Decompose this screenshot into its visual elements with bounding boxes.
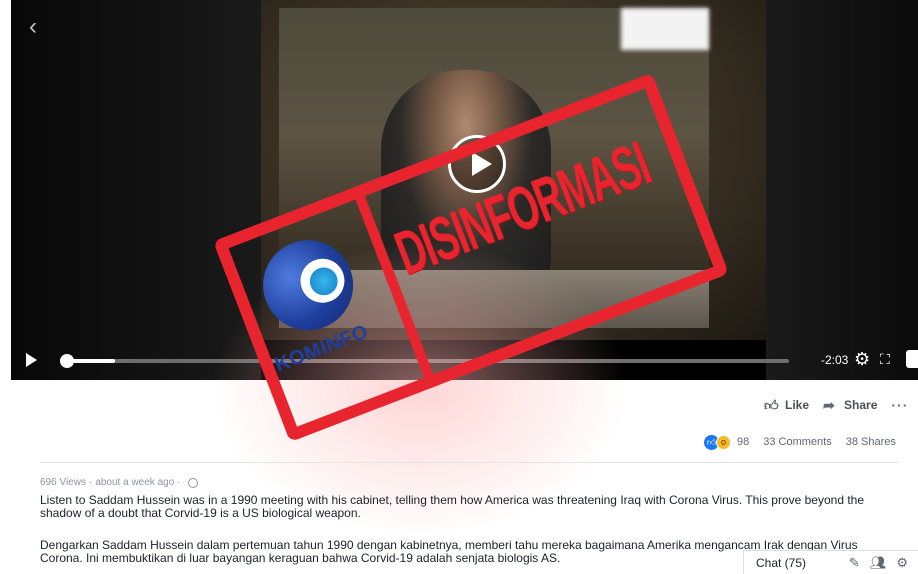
video-watermark-patch bbox=[621, 8, 709, 50]
play-button[interactable] bbox=[26, 353, 37, 367]
reactions-icons[interactable]: 👍︎ o bbox=[704, 434, 731, 450]
like-label: Like bbox=[785, 398, 810, 412]
share-label: Share bbox=[844, 398, 878, 412]
more-options-icon[interactable]: ··· bbox=[891, 397, 908, 413]
divider bbox=[40, 462, 898, 463]
video-letterbox-right bbox=[766, 0, 918, 380]
engagement-counts: 👍︎ o 98 33 Comments 38 Shares bbox=[704, 434, 896, 450]
compose-icon[interactable]: ✎ bbox=[849, 555, 860, 571]
post-time[interactable]: about a week ago bbox=[95, 477, 174, 488]
globe-icon bbox=[187, 477, 198, 488]
gear-icon[interactable]: ⚙ bbox=[896, 555, 908, 571]
fullscreen-icon[interactable]: ⛶ bbox=[880, 350, 890, 368]
time-remaining: -2:03 bbox=[821, 353, 849, 367]
comments-count[interactable]: 33 Comments bbox=[763, 436, 831, 448]
share-button[interactable]: ➦ Share bbox=[823, 397, 877, 414]
progress-knob[interactable] bbox=[60, 354, 74, 368]
thumbs-up-icon: 👍︎ bbox=[764, 396, 779, 413]
wow-reaction-icon: o bbox=[716, 434, 731, 450]
separator-dot: · bbox=[88, 477, 93, 488]
page: ‹ -2:03 ⚙ ⛶ KOMINFO DISINFORMASI 👍︎ Like… bbox=[0, 0, 918, 574]
volume-icon[interactable] bbox=[906, 350, 918, 368]
shares-count[interactable]: 38 Shares bbox=[846, 436, 896, 448]
share-arrow-icon: ➦ bbox=[823, 396, 835, 413]
gear-icon[interactable]: ⚙ bbox=[854, 349, 870, 369]
views-count: 696 Views bbox=[40, 477, 86, 488]
chevron-left-icon[interactable]: ‹ bbox=[29, 15, 45, 39]
post-actions: 👍︎ Like ➦ Share ··· bbox=[764, 397, 908, 414]
post-text-english: Listen to Saddam Hussein was in a 1990 m… bbox=[40, 493, 865, 520]
chat-label[interactable]: Chat (75) bbox=[756, 556, 849, 570]
separator-dot: · bbox=[177, 477, 181, 488]
people-icon[interactable]: 👥︎ bbox=[870, 555, 887, 571]
post-meta: 696 Views · about a week ago · bbox=[40, 477, 198, 488]
chat-bar[interactable]: Chat (75) ✎ 👥︎ ⚙ bbox=[743, 550, 918, 574]
like-button[interactable]: 👍︎ Like bbox=[764, 397, 809, 414]
reaction-count[interactable]: 98 bbox=[737, 436, 749, 448]
